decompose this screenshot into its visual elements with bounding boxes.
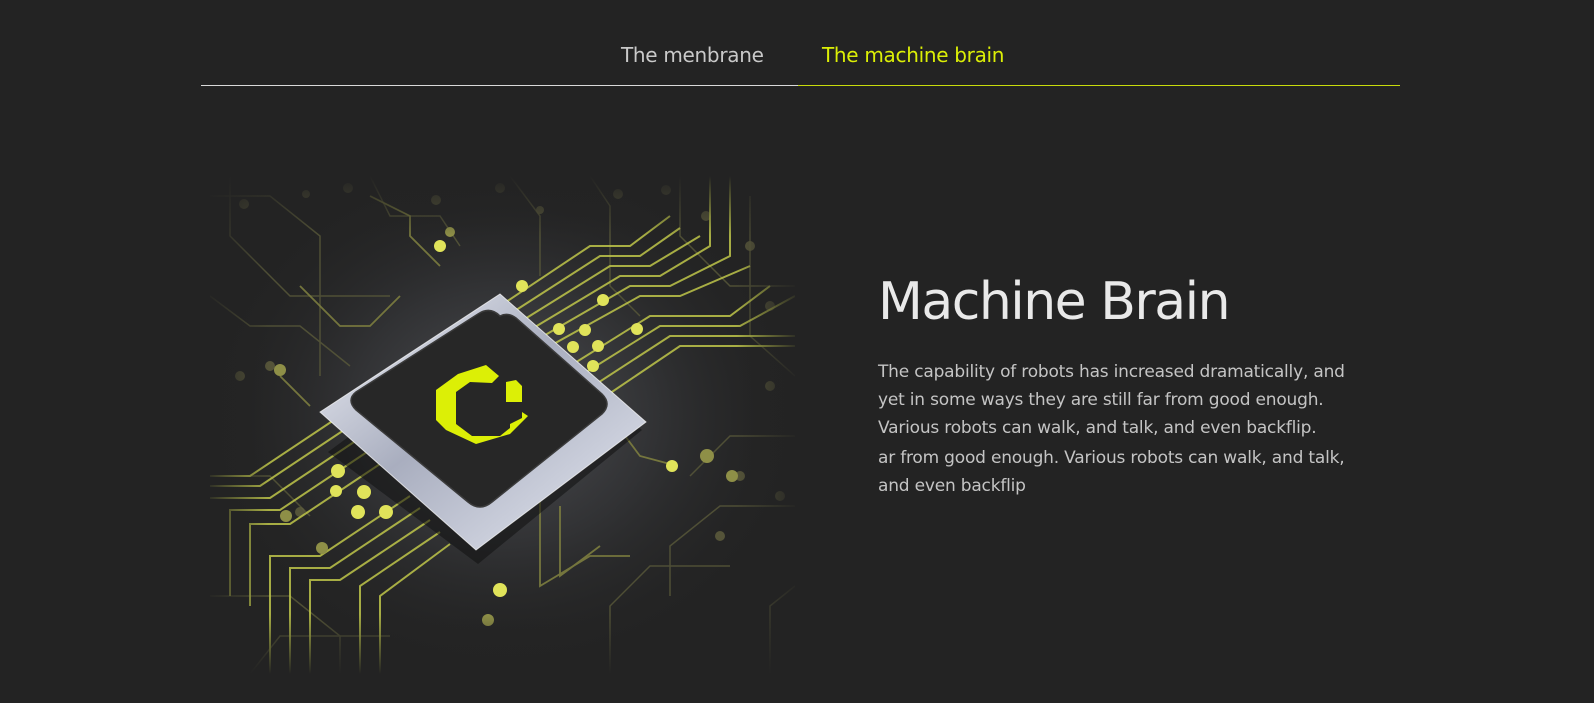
description-paragraph: The capability of robots has increased d… bbox=[878, 362, 1345, 438]
tab-bar: The menbrane The machine brain bbox=[201, 0, 1400, 86]
tab-the-menbrane[interactable]: The menbrane bbox=[621, 43, 764, 67]
active-tab-indicator bbox=[798, 85, 1400, 86]
feature-section: Machine Brain The capability of robots h… bbox=[878, 270, 1348, 500]
page: The menbrane The machine brain Machine B… bbox=[0, 0, 1594, 703]
chip-icon bbox=[210, 176, 795, 674]
description-paragraph-secondary: ar from good enough. Various robots can … bbox=[878, 448, 1345, 496]
chip-circuit-illustration bbox=[210, 176, 795, 674]
page-title: Machine Brain bbox=[878, 272, 1231, 332]
tab-the-machine-brain[interactable]: The machine brain bbox=[822, 43, 1004, 67]
tab-divider bbox=[201, 85, 798, 86]
